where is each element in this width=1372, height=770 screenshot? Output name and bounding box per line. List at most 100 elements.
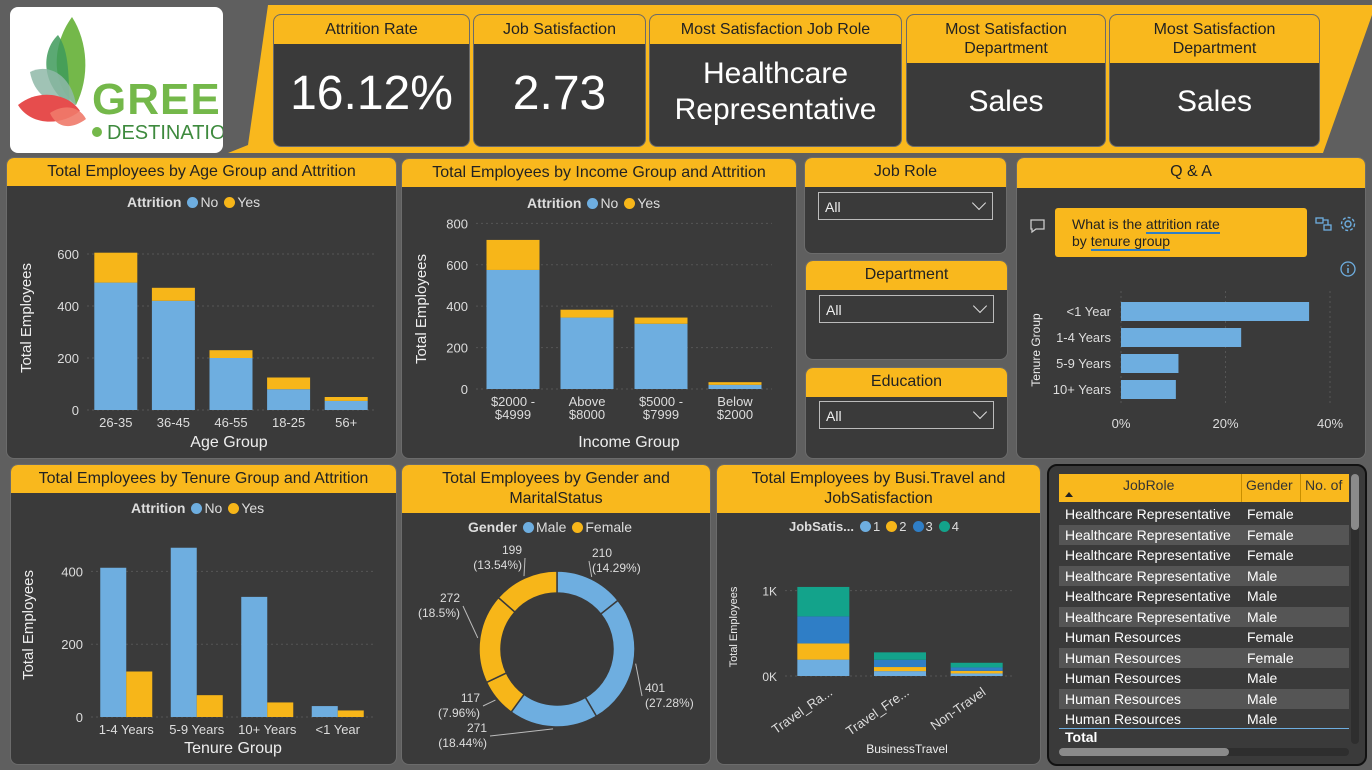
bar-segment	[797, 616, 850, 644]
kpi-label: Attrition Rate	[274, 15, 469, 44]
table-row[interactable]: Human Resources Male	[1059, 709, 1349, 726]
table-row[interactable]: Healthcare Representative Male	[1059, 586, 1349, 607]
bar-segment	[209, 358, 253, 410]
kpi-most-satisfaction-department-2[interactable]: Most Satisfaction Department Sales	[1109, 14, 1320, 147]
y-tick-label: <1 Year	[1067, 304, 1112, 319]
column-header-count[interactable]: No. of	[1305, 477, 1342, 493]
y-tick-label: 200	[61, 637, 83, 652]
chevron-down-icon	[971, 195, 987, 211]
bar-segment	[486, 239, 540, 270]
kpi-label: Most Satisfaction Job Role	[650, 15, 901, 44]
data-label: 199	[502, 543, 522, 557]
cell-gender: Male	[1247, 608, 1278, 625]
kpi-label-line1: Most Satisfaction	[945, 21, 1067, 38]
cell-gender: Male	[1247, 670, 1278, 687]
kpi-value: 16.12%	[290, 67, 453, 120]
table-row[interactable]: Healthcare Representative Female	[1059, 545, 1349, 566]
gender-marital-chart[interactable]: Total Employees by Gender and MaritalSta…	[401, 464, 711, 765]
x-tick-label: $8000	[569, 407, 605, 422]
cell-gender: Female	[1247, 547, 1294, 564]
column-header-gender[interactable]: Gender	[1246, 477, 1293, 493]
cell-jobrole: Healthcare Representative	[1065, 588, 1231, 605]
kpi-job-satisfaction[interactable]: Job Satisfaction 2.73	[473, 14, 646, 147]
tenure-group-chart[interactable]: Total Employees by Tenure Group and Attr…	[10, 464, 397, 765]
leader-line	[482, 699, 496, 707]
chevron-down-icon	[972, 298, 988, 314]
bar-segment	[486, 269, 540, 389]
y-tick-label: 0	[461, 382, 468, 397]
data-label: 210	[592, 546, 612, 560]
cell-jobrole: Human Resources	[1065, 711, 1181, 726]
leader-line	[462, 605, 479, 639]
kpi-label-line2: Department	[964, 40, 1048, 57]
chevron-down-icon	[972, 404, 988, 420]
department-dropdown[interactable]: All	[819, 295, 994, 323]
kpi-most-satisfaction-department[interactable]: Most Satisfaction Department Sales	[906, 14, 1106, 147]
y-tick-label: 200	[57, 351, 79, 366]
dropdown-value: All	[825, 199, 841, 215]
bar-segment	[708, 382, 762, 385]
table-row[interactable]: Human Resources Female	[1059, 647, 1349, 668]
table-row[interactable]: Human Resources Female	[1059, 627, 1349, 648]
leader-line	[523, 557, 526, 577]
table-row[interactable]: Human Resources Male	[1059, 688, 1349, 709]
bar	[170, 547, 197, 717]
scrollbar-thumb[interactable]	[1059, 748, 1229, 756]
qa-chart-svg: 0% 20% 40% <1 Year 1-4 Years 5-9 Years 10+ Yea…	[1029, 291, 1343, 431]
slicer-education[interactable]: Education All	[805, 367, 1008, 459]
bar-segment	[874, 671, 926, 676]
data-label: 272	[440, 591, 460, 605]
job-role-dropdown[interactable]: All	[818, 192, 993, 220]
donut-slice	[584, 599, 636, 718]
table-row[interactable]: Healthcare Representative Male	[1059, 565, 1349, 586]
bar	[1121, 354, 1179, 373]
dropdown-value: All	[826, 302, 842, 318]
table-row[interactable]: Human Resources Male	[1059, 668, 1349, 689]
y-tick-label: 400	[446, 299, 468, 314]
slicer-title: Education	[806, 368, 1007, 397]
x-tick-label: Travel_Ra...	[769, 684, 835, 737]
table-row[interactable]: Healthcare Representative Female	[1059, 504, 1349, 525]
table-row[interactable]: Healthcare Representative Male	[1059, 606, 1349, 627]
kpi-label: Most Satisfaction Department	[907, 15, 1105, 63]
education-dropdown[interactable]: All	[819, 401, 994, 429]
x-axis-title: Tenure Group	[184, 740, 282, 757]
data-label: 117	[461, 691, 480, 705]
bar-segment	[151, 287, 195, 301]
kpi-most-satisfaction-job-role[interactable]: Most Satisfaction Job Role Healthcare Re…	[649, 14, 902, 147]
income-chart-svg: 0200400600800$2000 -$4999Above$8000$5000…	[413, 216, 772, 451]
qa-visual[interactable]: Q & A What is the attrition rate by tenu…	[1016, 157, 1366, 459]
bar-segment	[874, 659, 926, 668]
vertical-scrollbar[interactable]	[1351, 474, 1359, 744]
x-axis-title: BusinessTravel	[866, 742, 948, 756]
x-tick-label: $7999	[643, 407, 679, 422]
bar	[100, 567, 127, 717]
dropdown-value: All	[826, 408, 842, 424]
jobrole-table[interactable]: JobRole Gender No. of Healthcare Represe…	[1047, 464, 1367, 766]
kpi-attrition-rate[interactable]: Attrition Rate 16.12%	[273, 14, 470, 147]
slicer-department[interactable]: Department All	[805, 260, 1008, 360]
bar-segment	[874, 652, 926, 660]
table-row[interactable]: Healthcare Representative Female	[1059, 524, 1349, 545]
x-tick-label: 1-4 Years	[99, 722, 154, 737]
slicer-job-role[interactable]: Job Role All	[804, 157, 1007, 254]
bar-segment	[797, 586, 850, 617]
income-group-chart[interactable]: Total Employees by Income Group and Attr…	[401, 158, 797, 459]
horizontal-scrollbar[interactable]	[1059, 748, 1349, 756]
table-rows: Healthcare Representative Female Healthcar…	[1059, 504, 1349, 726]
donut-chart-svg: 210(14.29%) 401(27.28%) 271(18.44%) 117(7.9…	[418, 543, 694, 750]
donut-slice	[497, 570, 558, 614]
business-travel-chart[interactable]: Total Employees by Busi.Travel and JobSa…	[716, 464, 1041, 765]
bar-segment	[267, 377, 311, 390]
bar-segment	[950, 662, 1003, 668]
age-group-chart[interactable]: Total Employees by Age Group and Attriti…	[6, 157, 397, 459]
x-tick-label: 26-35	[99, 415, 132, 430]
x-tick-label: <1 Year	[316, 722, 361, 737]
bar-segment	[94, 252, 138, 283]
y-tick-label: 400	[57, 299, 79, 314]
scrollbar-thumb[interactable]	[1351, 474, 1359, 530]
column-header-jobrole[interactable]: JobRole	[1123, 477, 1174, 493]
y-tick-label: 600	[446, 258, 468, 273]
cell-jobrole: Healthcare Representative	[1065, 608, 1231, 625]
slicer-title: Job Role	[805, 158, 1006, 187]
